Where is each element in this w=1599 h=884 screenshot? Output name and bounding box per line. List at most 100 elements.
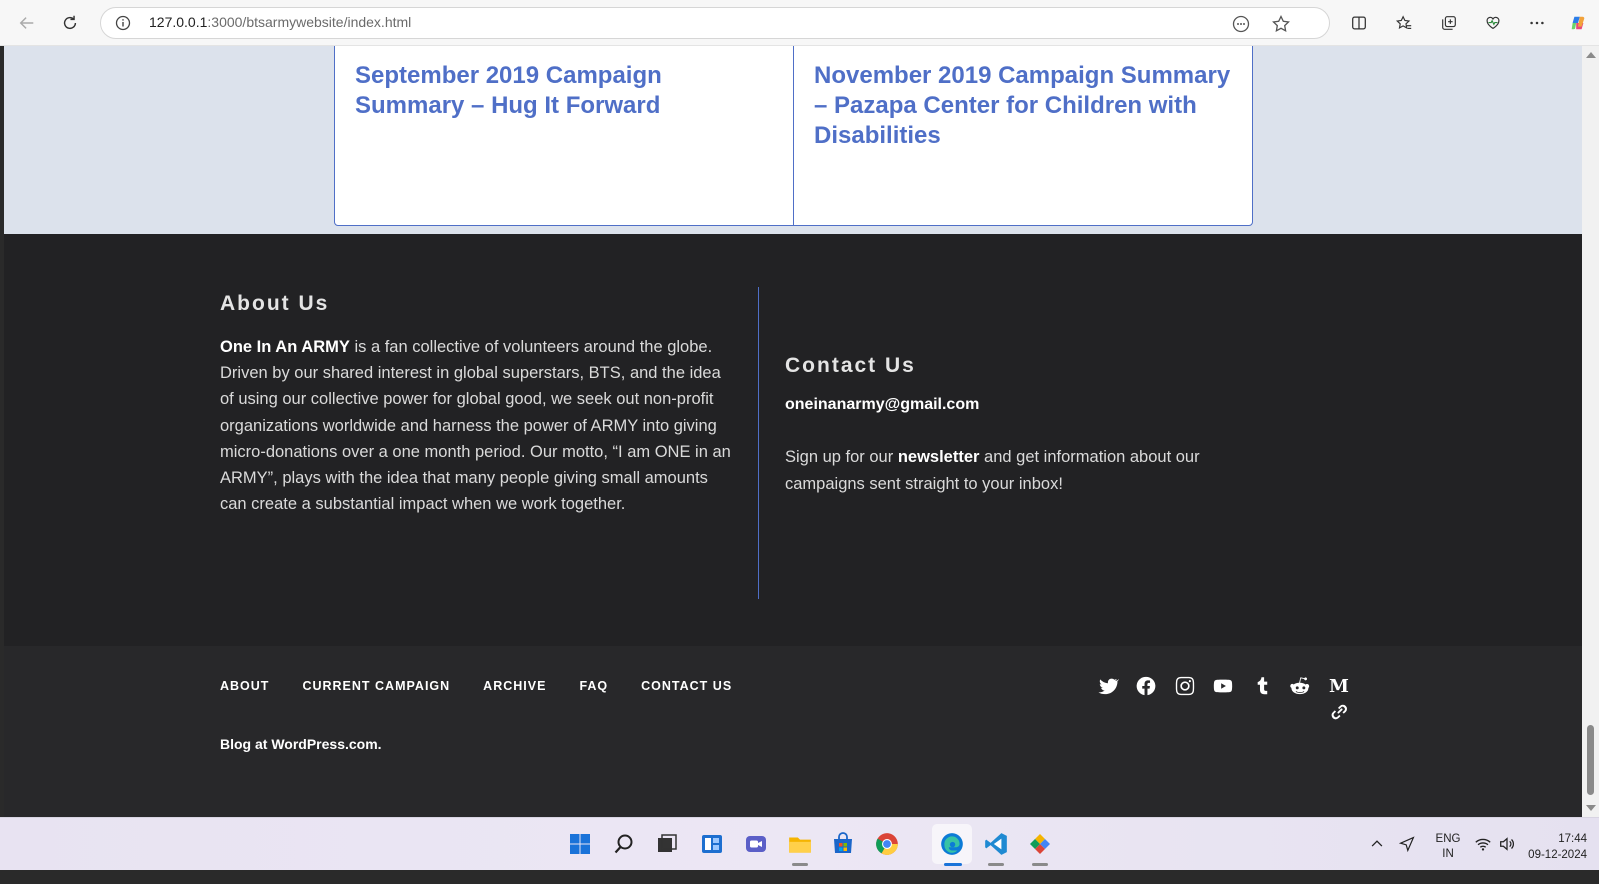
widgets-icon bbox=[702, 835, 722, 853]
about-us-heading: About Us bbox=[220, 292, 330, 315]
collections-button[interactable] bbox=[1434, 8, 1464, 38]
app-button[interactable] bbox=[1025, 829, 1055, 859]
contact-us-column: Contact Us oneinanarmy@gmail.com Sign up… bbox=[785, 354, 1255, 497]
colorful-diamond-icon bbox=[1030, 834, 1050, 854]
clock-date: 09-12-2024 bbox=[1528, 849, 1587, 861]
teams-meet-button[interactable] bbox=[741, 829, 771, 859]
medium-icon[interactable]: M bbox=[1327, 674, 1351, 698]
clock[interactable]: 17:44 09-12-2024 bbox=[1521, 831, 1587, 883]
tumblr-icon[interactable] bbox=[1250, 674, 1274, 698]
site-footer: About Us One In An ARMY is a fan collect… bbox=[4, 234, 1582, 817]
more-menu-button[interactable] bbox=[1522, 8, 1552, 38]
edge-button[interactable] bbox=[937, 829, 967, 859]
running-indicator bbox=[792, 863, 808, 866]
org-name: One In An ARMY bbox=[220, 338, 350, 356]
favorites-button[interactable] bbox=[1389, 8, 1419, 38]
split-screen-icon bbox=[1352, 16, 1366, 30]
search-button[interactable] bbox=[609, 829, 639, 859]
nav-link-current-campaign[interactable]: CURRENT CAMPAIGN bbox=[302, 679, 450, 693]
contact-us-heading: Contact Us bbox=[785, 354, 916, 377]
contact-email-link[interactable]: oneinanarmy@gmail.com bbox=[785, 396, 1255, 414]
wordpress-credit-link[interactable]: Blog at WordPress.com. bbox=[220, 736, 382, 752]
store-icon bbox=[834, 832, 852, 853]
campaign-card-title[interactable]: November 2019 Campaign Summary – Pazapa … bbox=[814, 61, 1232, 151]
more-dots-icon bbox=[1530, 21, 1544, 25]
about-us-column: About Us One In An ARMY is a fan collect… bbox=[220, 292, 735, 517]
wifi-button[interactable] bbox=[1472, 829, 1494, 859]
speaker-icon bbox=[1500, 837, 1514, 851]
split-screen-button[interactable] bbox=[1344, 8, 1374, 38]
browser-toolbar: 127.0.0.1:3000/btsarmywebsite/index.html bbox=[0, 0, 1599, 46]
page-actions-icon[interactable] bbox=[1231, 14, 1251, 34]
favorite-star-icon[interactable] bbox=[1271, 14, 1291, 34]
url-path: :3000/btsarmywebsite/index.html bbox=[207, 14, 412, 30]
chrome-button[interactable] bbox=[872, 829, 902, 859]
campaign-cards: September 2019 Campaign Summary – Hug It… bbox=[334, 46, 1253, 226]
chevron-up-icon bbox=[1371, 840, 1383, 847]
newsletter-link[interactable]: newsletter bbox=[898, 448, 980, 466]
location-arrow-icon bbox=[1399, 836, 1415, 852]
show-hidden-icons-button[interactable] bbox=[1367, 829, 1387, 859]
instagram-icon[interactable] bbox=[1173, 674, 1197, 698]
file-explorer-button[interactable] bbox=[785, 829, 815, 859]
wifi-icon bbox=[1475, 838, 1491, 851]
facebook-icon[interactable] bbox=[1134, 674, 1158, 698]
browser-essentials-button[interactable] bbox=[1478, 8, 1508, 38]
url-text[interactable]: 127.0.0.1:3000/btsarmywebsite/index.html bbox=[149, 14, 411, 30]
address-bar[interactable]: 127.0.0.1:3000/btsarmywebsite/index.html bbox=[100, 7, 1330, 39]
campaign-card[interactable]: September 2019 Campaign Summary – Hug It… bbox=[335, 46, 794, 225]
heart-pulse-icon bbox=[1486, 16, 1500, 30]
language-indicator[interactable]: ENG IN bbox=[1428, 832, 1468, 884]
task-view-button[interactable] bbox=[652, 829, 682, 859]
campaign-card-title[interactable]: September 2019 Campaign Summary – Hug It… bbox=[355, 61, 773, 121]
back-button[interactable] bbox=[12, 8, 42, 38]
reddit-icon[interactable] bbox=[1288, 674, 1312, 698]
column-divider bbox=[758, 287, 759, 599]
location-button[interactable] bbox=[1395, 829, 1419, 859]
copilot-button[interactable] bbox=[1563, 8, 1593, 38]
volume-button[interactable] bbox=[1496, 829, 1518, 859]
youtube-icon[interactable] bbox=[1211, 674, 1235, 698]
favorites-icon bbox=[1395, 15, 1412, 29]
signup-before: Sign up for our bbox=[785, 448, 898, 466]
microsoft-store-button[interactable] bbox=[828, 829, 858, 859]
vertical-scrollbar[interactable] bbox=[1582, 46, 1599, 817]
nav-link-archive[interactable]: ARCHIVE bbox=[483, 679, 546, 693]
twitter-icon[interactable] bbox=[1096, 674, 1120, 698]
vscode-button[interactable] bbox=[981, 829, 1011, 859]
link-icon[interactable] bbox=[1327, 700, 1351, 724]
info-icon[interactable] bbox=[115, 15, 131, 31]
nav-link-faq[interactable]: FAQ bbox=[579, 679, 608, 693]
chrome-icon bbox=[876, 833, 898, 855]
active-indicator bbox=[944, 863, 962, 866]
refresh-button[interactable] bbox=[55, 8, 85, 38]
nav-link-contact-us[interactable]: CONTACT US bbox=[641, 679, 732, 693]
running-indicator bbox=[1032, 863, 1048, 866]
collections-icon bbox=[1442, 16, 1456, 30]
url-host: 127.0.0.1 bbox=[149, 14, 208, 30]
about-description: is a fan collective of volunteers around… bbox=[220, 338, 731, 514]
scroll-up-arrow-icon[interactable] bbox=[1586, 52, 1596, 58]
scroll-down-arrow-icon[interactable] bbox=[1586, 805, 1596, 811]
campaign-card[interactable]: November 2019 Campaign Summary – Pazapa … bbox=[794, 46, 1252, 225]
refresh-icon bbox=[63, 15, 77, 30]
language-code: ENG bbox=[1435, 833, 1461, 845]
footer-bottom-bar: ABOUT CURRENT CAMPAIGN ARCHIVE FAQ CONTA… bbox=[4, 646, 1582, 817]
edge-icon bbox=[941, 833, 963, 855]
about-us-text: One In An ARMY is a fan collective of vo… bbox=[220, 334, 735, 517]
scrollbar-thumb[interactable] bbox=[1587, 725, 1594, 795]
windows-taskbar: ENG IN 17:44 09-12-2024 bbox=[0, 817, 1599, 870]
running-indicator bbox=[988, 863, 1004, 866]
vscode-icon bbox=[985, 833, 1007, 855]
start-button[interactable] bbox=[565, 829, 595, 859]
video-chat-icon bbox=[746, 836, 766, 852]
campaign-archive-section: September 2019 Campaign Summary – Hug It… bbox=[4, 46, 1582, 234]
copilot-icon bbox=[1571, 16, 1585, 30]
search-icon bbox=[614, 834, 633, 854]
windows-logo-icon bbox=[570, 834, 590, 854]
task-view-icon bbox=[658, 834, 677, 852]
nav-link-about[interactable]: ABOUT bbox=[220, 679, 269, 693]
back-arrow-icon bbox=[19, 17, 34, 29]
footer-nav: ABOUT CURRENT CAMPAIGN ARCHIVE FAQ CONTA… bbox=[220, 679, 732, 693]
widgets-button[interactable] bbox=[697, 829, 727, 859]
